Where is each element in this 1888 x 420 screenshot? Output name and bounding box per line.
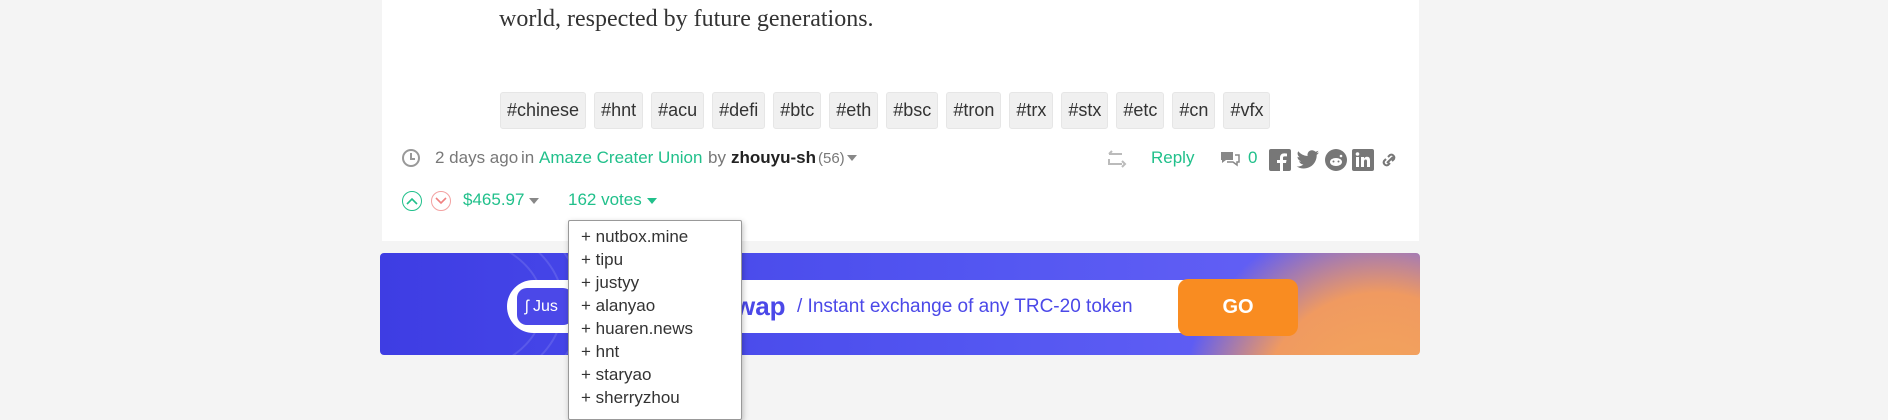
logo-text: Jus <box>533 298 558 315</box>
payout-value[interactable]: $465.97 <box>463 190 540 210</box>
tag-tron[interactable]: #tron <box>946 92 1002 129</box>
comment-count: 0 <box>1248 148 1258 167</box>
chevron-up-icon <box>406 197 418 205</box>
author-menu-caret[interactable] <box>847 155 857 161</box>
voter-item[interactable]: + tipu <box>581 248 741 271</box>
voters-dropdown: + nutbox.mine + tipu + justyy + alanyao … <box>568 220 742 420</box>
share-icons <box>1269 149 1399 176</box>
author-link[interactable]: zhouyu-sh <box>731 148 816 168</box>
justswap-logo: ʃ Jus <box>517 288 573 325</box>
payout-amount: $465.97 <box>463 190 525 209</box>
linkedin-icon[interactable] <box>1352 149 1374 176</box>
by-label: by <box>708 148 726 167</box>
post-body-text: world, respected by future generations. <box>499 6 874 32</box>
facebook-icon[interactable] <box>1269 149 1291 176</box>
clock-icon <box>402 149 420 167</box>
justswap-banner[interactable]: ʃ Jus wap / Instant exchange of any TRC-… <box>380 253 1420 355</box>
tag-defi[interactable]: #defi <box>712 92 766 129</box>
voter-item[interactable]: + nutbox.mine <box>581 225 741 248</box>
post-meta: 2 days ago in Amaze Creater Union by zho… <box>402 148 1402 172</box>
chevron-down-icon <box>435 197 447 205</box>
votes-caret <box>646 197 657 204</box>
community-link[interactable]: Amaze Creater Union <box>539 148 702 168</box>
tag-hnt[interactable]: #hnt <box>594 92 644 129</box>
voter-item[interactable]: + hnt <box>581 340 741 363</box>
go-button[interactable]: GO <box>1178 279 1298 336</box>
tag-acu[interactable]: #acu <box>651 92 705 129</box>
tag-trx[interactable]: #trx <box>1009 92 1054 129</box>
banner-tagline: / Instant exchange of any TRC-20 token <box>797 296 1133 317</box>
logo-symbol-icon: ʃ <box>525 298 533 315</box>
reddit-icon[interactable] <box>1325 149 1347 176</box>
voter-item[interactable]: + justyy <box>581 271 741 294</box>
voter-item[interactable]: + sherryzhou <box>581 386 741 409</box>
in-label: in <box>521 148 535 167</box>
reblog-icon[interactable] <box>1107 150 1127 173</box>
tag-etc[interactable]: #etc <box>1116 92 1165 129</box>
tag-btc[interactable]: #btc <box>773 92 822 129</box>
link-icon[interactable] <box>1379 149 1399 176</box>
tag-eth[interactable]: #eth <box>829 92 879 129</box>
tag-list: #chinese #hnt #acu #defi #btc #eth #bsc … <box>500 92 1271 129</box>
tag-chinese[interactable]: #chinese <box>500 92 587 129</box>
votes-dropdown-toggle[interactable]: 162 votes <box>568 190 657 210</box>
payout-caret <box>529 197 540 204</box>
post-time: 2 days ago <box>435 148 519 167</box>
voter-item[interactable]: + alanyao <box>581 294 741 317</box>
tag-bsc[interactable]: #bsc <box>886 92 939 129</box>
downvote-button[interactable] <box>431 191 451 211</box>
reply-link[interactable]: Reply <box>1151 148 1194 168</box>
votes-count: 162 votes <box>568 190 642 209</box>
tag-vfx[interactable]: #vfx <box>1223 92 1271 129</box>
voter-item[interactable]: + staryao <box>581 363 741 386</box>
upvote-button[interactable] <box>402 191 422 211</box>
author-reputation: (56) <box>818 150 845 167</box>
voter-item[interactable]: + huaren.news <box>581 317 741 340</box>
twitter-icon[interactable] <box>1296 149 1320 176</box>
brand-text: wap <box>735 291 786 321</box>
tag-cn[interactable]: #cn <box>1172 92 1216 129</box>
tag-stx[interactable]: #stx <box>1061 92 1109 129</box>
comment-icon[interactable] <box>1220 150 1240 173</box>
